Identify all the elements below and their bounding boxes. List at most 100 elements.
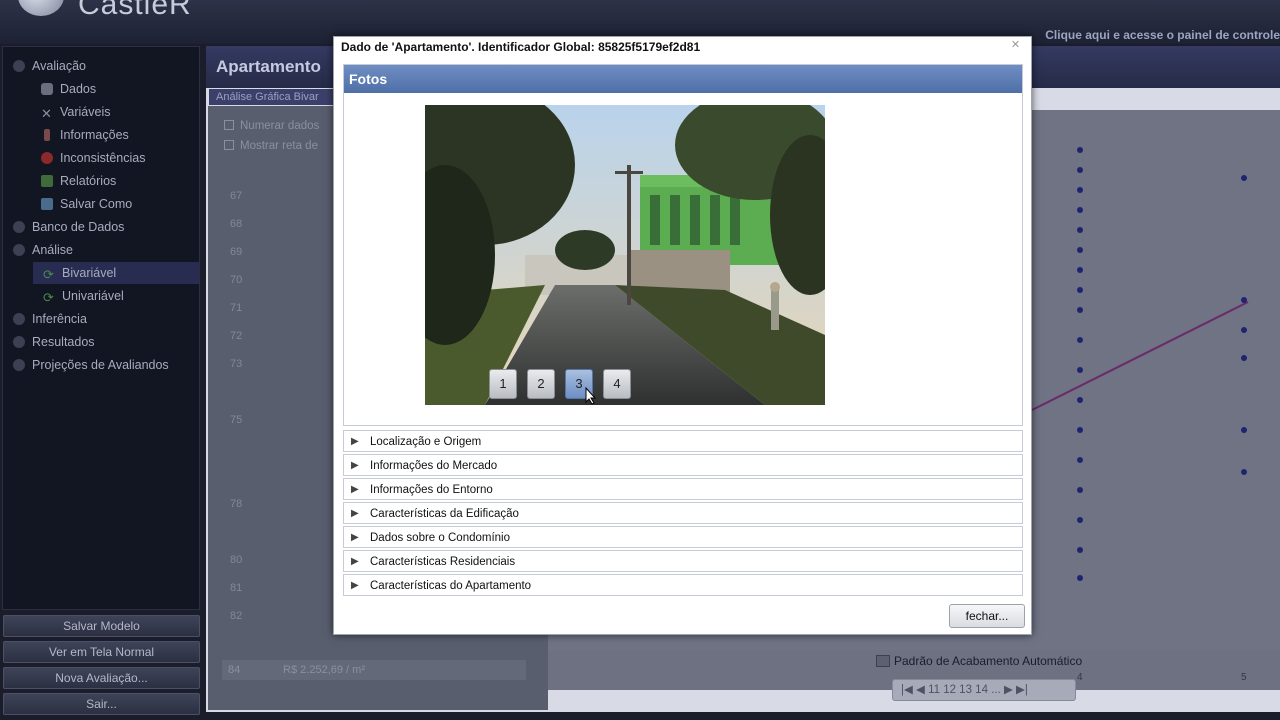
record-detail-dialog: Dado de 'Apartamento'. Identificador Glo… bbox=[333, 36, 1032, 635]
sidebar-item-label: Inferência bbox=[32, 312, 87, 326]
photo-2-button[interactable]: 2 bbox=[527, 369, 555, 399]
section-label: Informações do Entorno bbox=[370, 484, 493, 496]
photos-header: Fotos bbox=[344, 65, 1022, 93]
data-points bbox=[1077, 147, 1247, 581]
logo-icon bbox=[18, 0, 64, 16]
sidebar-item-banco-de-dados[interactable]: Banco de Dados bbox=[13, 216, 199, 238]
chart-variable-label: Padrão de Acabamento Automático bbox=[894, 654, 1083, 668]
report-icon bbox=[41, 175, 53, 187]
save-model-button[interactable]: Salvar Modelo bbox=[3, 615, 200, 637]
close-button[interactable]: fechar... bbox=[949, 604, 1025, 628]
exit-button[interactable]: Sair... bbox=[3, 693, 200, 715]
chart-variable-selector[interactable]: Padrão de Acabamento Automático bbox=[876, 654, 1082, 668]
section-residenciais[interactable]: ▶ Características Residenciais bbox=[343, 550, 1023, 572]
sidebar-item-label: Avaliação bbox=[32, 59, 86, 73]
new-evaluation-button[interactable]: Nova Avaliação... bbox=[3, 667, 200, 689]
database-icon bbox=[41, 83, 53, 95]
sidebar-item-projecoes[interactable]: Projeções de Avaliandos bbox=[13, 354, 199, 376]
sidebar-item-informacoes[interactable]: Informações bbox=[41, 124, 199, 146]
sidebar-item-label: Resultados bbox=[32, 335, 95, 349]
sidebar-item-label: Projeções de Avaliandos bbox=[32, 358, 169, 372]
circle-icon bbox=[13, 244, 25, 256]
table-row[interactable]: 84 R$ 2.252,69 / m² bbox=[222, 660, 526, 680]
sidebar-item-variaveis[interactable]: ✕ Variáveis bbox=[41, 101, 199, 123]
circle-icon bbox=[13, 221, 25, 233]
row-value: R$ 2.252,69 / m² bbox=[283, 664, 365, 676]
sidebar-item-label: Informações bbox=[60, 128, 129, 142]
sidebar-item-relatorios[interactable]: Relatórios bbox=[41, 170, 199, 192]
sidebar-item-label: Dados bbox=[60, 82, 97, 96]
sidebar-item-dados[interactable]: Dados bbox=[41, 78, 199, 100]
info-icon bbox=[44, 129, 50, 141]
table-row[interactable]: 80 bbox=[230, 554, 242, 566]
table-row[interactable]: 69 bbox=[230, 246, 242, 258]
x-tick-label: 5 bbox=[1241, 672, 1247, 683]
section-condominio[interactable]: ▶ Dados sobre o Condomínio bbox=[343, 526, 1023, 548]
table-row[interactable]: 73 bbox=[230, 358, 242, 370]
chevron-right-icon: ▶ bbox=[351, 532, 359, 543]
checkbox-label: Numerar dados bbox=[240, 120, 320, 132]
chevron-right-icon: ▶ bbox=[351, 508, 359, 519]
sidebar-item-label: Univariável bbox=[62, 289, 124, 303]
section-edificacao[interactable]: ▶ Características da Edificação bbox=[343, 502, 1023, 524]
sidebar-item-bivariavel[interactable]: ⟳ Bivariável bbox=[33, 262, 199, 284]
table-row[interactable]: 71 bbox=[230, 302, 242, 314]
control-panel-link[interactable]: Clique aqui e acesse o painel de control… bbox=[1045, 28, 1280, 42]
sidebar-item-label: Banco de Dados bbox=[32, 220, 125, 234]
section-label: Informações do Mercado bbox=[370, 460, 498, 472]
table-row[interactable]: 81 bbox=[230, 582, 242, 594]
table-row[interactable]: 68 bbox=[230, 218, 242, 230]
table-row[interactable]: 72 bbox=[230, 330, 242, 342]
circle-icon bbox=[13, 336, 25, 348]
app-logo: CastleR bbox=[78, 0, 192, 21]
sidebar-item-label: Bivariável bbox=[62, 266, 117, 280]
pagination[interactable]: |◀ ◀ 11 12 13 14 ... ▶ ▶| bbox=[892, 679, 1076, 701]
sidebar-item-resultados[interactable]: Resultados bbox=[13, 331, 199, 353]
sidebar: Avaliação Dados ✕ Variáveis Informações I… bbox=[2, 46, 200, 610]
circle-icon bbox=[13, 313, 25, 325]
sidebar-item-inconsistencias[interactable]: Inconsistências bbox=[41, 147, 199, 169]
tools-icon: ✕ bbox=[41, 106, 52, 121]
photo-4-button[interactable]: 4 bbox=[603, 369, 631, 399]
dialog-title: Dado de 'Apartamento'. Identificador Glo… bbox=[341, 40, 701, 54]
warning-icon bbox=[41, 152, 53, 164]
numerar-dados-checkbox[interactable]: Numerar dados bbox=[224, 120, 319, 132]
sidebar-item-univariavel[interactable]: ⟳ Univariável bbox=[43, 285, 199, 307]
mouse-cursor-icon bbox=[585, 387, 597, 405]
section-localizacao[interactable]: ▶ Localização e Origem bbox=[343, 430, 1023, 452]
section-label: Características da Edificação bbox=[370, 508, 519, 520]
sidebar-item-salvar-como[interactable]: Salvar Como bbox=[41, 193, 199, 215]
table-row[interactable]: 67 bbox=[230, 190, 242, 202]
chart-icon bbox=[876, 655, 890, 667]
section-label: Dados sobre o Condomínio bbox=[370, 532, 510, 544]
chevron-right-icon: ▶ bbox=[351, 580, 359, 591]
table-row[interactable]: 70 bbox=[230, 274, 242, 286]
section-entorno[interactable]: ▶ Informações do Entorno bbox=[343, 478, 1023, 500]
table-row[interactable]: 78 bbox=[230, 498, 242, 510]
circle-icon bbox=[13, 60, 25, 72]
section-apartamento[interactable]: ▶ Características do Apartamento bbox=[343, 574, 1023, 596]
sidebar-item-avaliacao[interactable]: Avaliação bbox=[13, 55, 199, 77]
checkbox-icon bbox=[224, 140, 234, 150]
close-icon[interactable]: ✕ bbox=[1010, 40, 1021, 51]
refresh-icon: ⟳ bbox=[43, 267, 54, 282]
sidebar-item-label: Relatórios bbox=[60, 174, 117, 188]
table-row[interactable]: 75 bbox=[230, 414, 242, 426]
table-row[interactable]: 82 bbox=[230, 610, 242, 622]
photo-1-button[interactable]: 1 bbox=[489, 369, 517, 399]
sidebar-item-inferencia[interactable]: Inferência bbox=[13, 308, 199, 330]
chevron-right-icon: ▶ bbox=[351, 436, 359, 447]
mostrar-reta-checkbox[interactable]: Mostrar reta de bbox=[224, 140, 318, 152]
normal-screen-button[interactable]: Ver em Tela Normal bbox=[3, 641, 200, 663]
checkbox-label: Mostrar reta de bbox=[240, 140, 318, 152]
chevron-right-icon: ▶ bbox=[351, 556, 359, 567]
circle-icon bbox=[13, 359, 25, 371]
sidebar-item-label: Inconsistências bbox=[60, 151, 146, 165]
save-icon bbox=[41, 198, 53, 210]
analysis-tab[interactable]: Análise Gráfica Bivar bbox=[209, 89, 337, 105]
sidebar-item-analise[interactable]: Análise bbox=[13, 239, 199, 261]
refresh-icon: ⟳ bbox=[43, 290, 54, 305]
sidebar-item-label: Variáveis bbox=[60, 105, 111, 119]
sidebar-item-label: Análise bbox=[32, 243, 73, 257]
section-mercado[interactable]: ▶ Informações do Mercado bbox=[343, 454, 1023, 476]
